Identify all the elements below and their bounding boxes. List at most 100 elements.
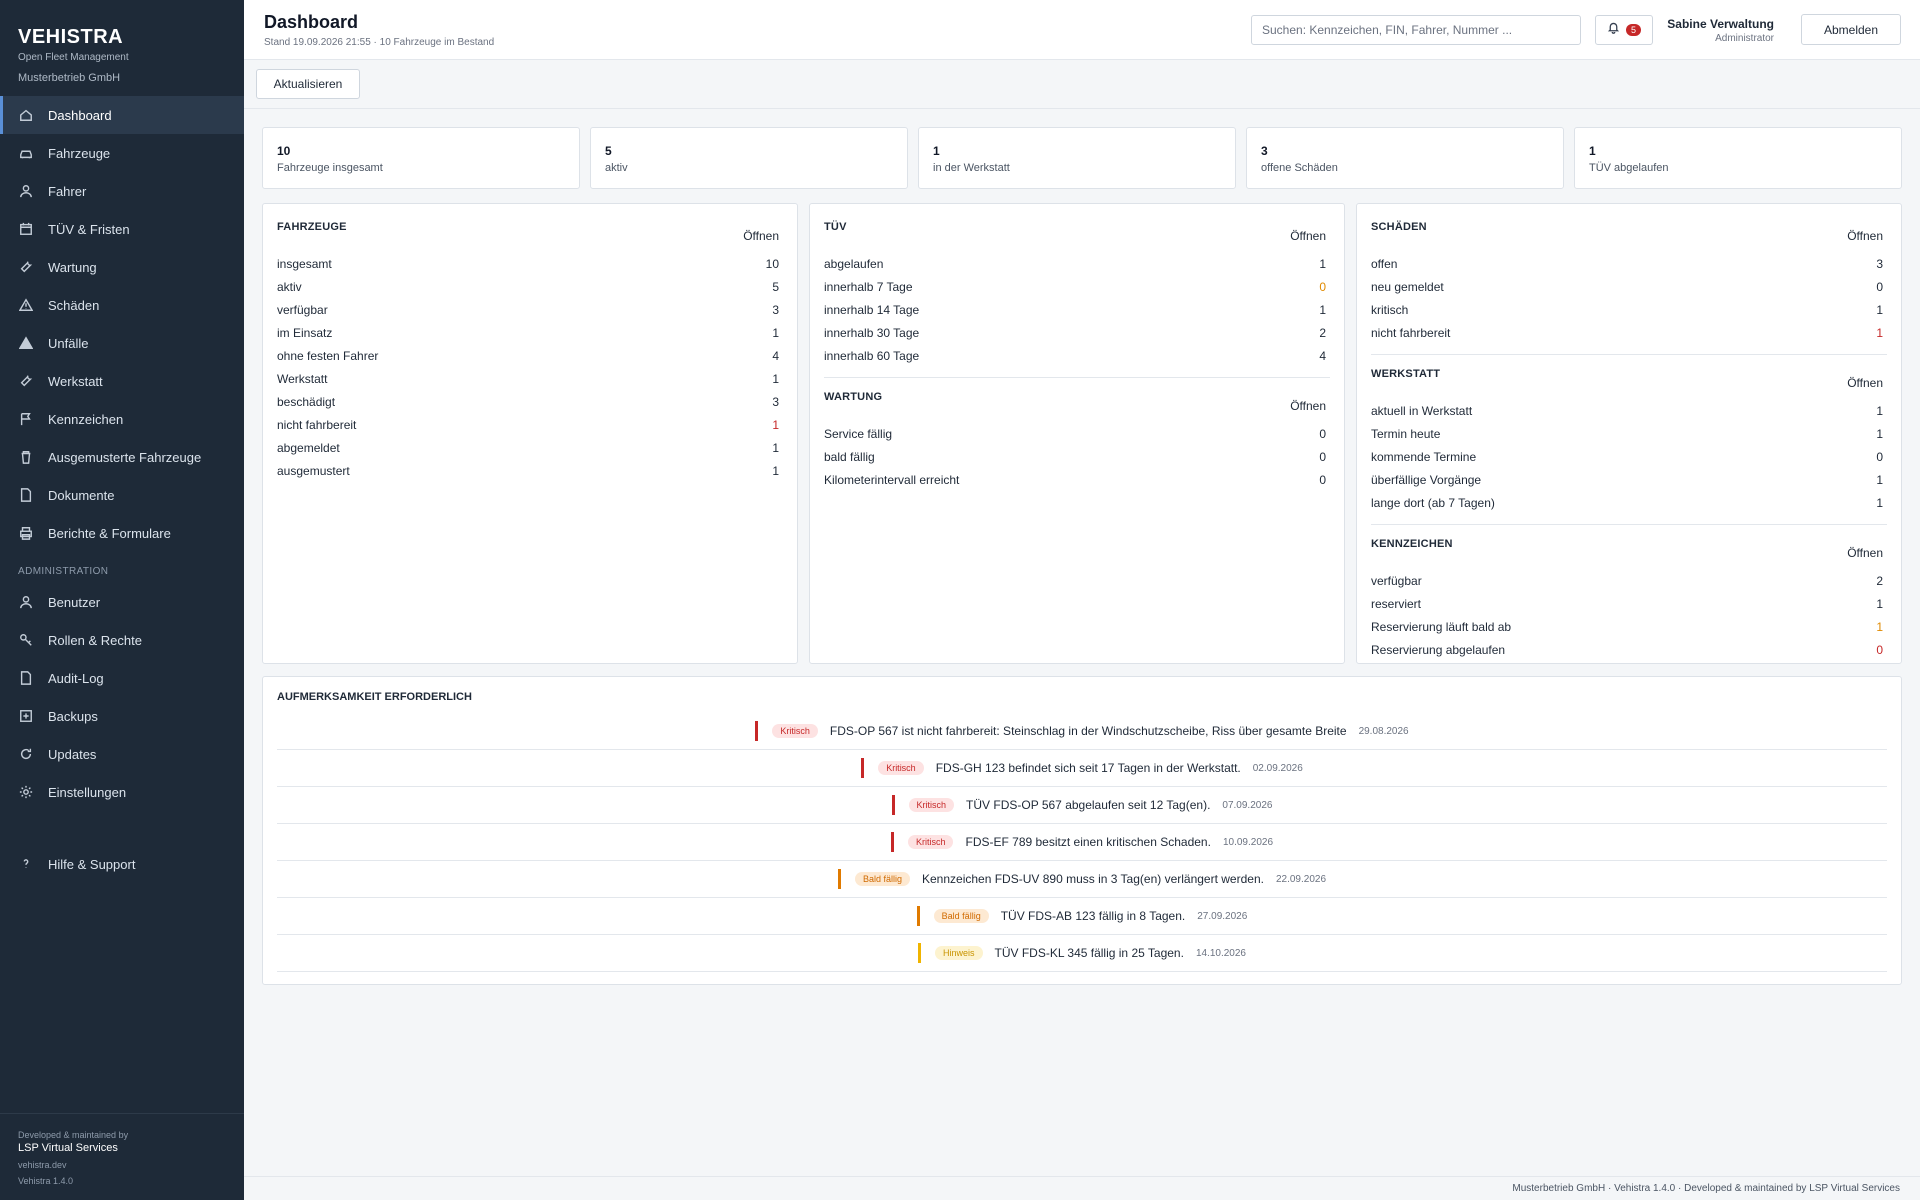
attention-item[interactable]: Hinweis TÜV FDS-KL 345 fällig in 25 Tagen… [277,935,1887,972]
trash-icon [18,449,34,465]
sidebar-item-berichte-formulare[interactable]: Berichte & Formulare [0,514,244,552]
stat-row[interactable]: lange dort (ab 7 Tagen) 1 [1371,491,1887,514]
section-header: TÜV Öffnen [824,218,1330,252]
severity-bar [916,906,920,926]
stat-row[interactable]: Reservierung abgelaufen 0 [1371,638,1887,661]
stat-row[interactable]: abgelaufen 1 [824,252,1330,275]
stat-card-workshop[interactable]: 1 in der Werkstatt [918,127,1236,189]
workshop-rows: aktuell in Werkstatt 1 Termin heute 1 kommen… [1371,399,1887,514]
stat-row[interactable]: im Einsatz 1 [277,321,783,344]
stat-row[interactable]: Kilometerintervall erreicht 0 [824,468,1330,491]
attention-item[interactable]: Kritisch FDS-EF 789 besitzt einen kritisc… [277,824,1887,861]
sidebar-item-backups[interactable]: Backups [0,697,244,735]
open-maintenance-link[interactable]: Öffnen [1290,399,1326,413]
attention-item[interactable]: Kritisch FDS-GH 123 befindet sich seit 17… [277,750,1887,787]
stat-row-label: insgesamt [277,256,332,271]
stat-row[interactable]: Reservierung läuft bald ab 1 [1371,615,1887,638]
stat-row[interactable]: verfügbar 3 [277,298,783,321]
sidebar-item-tüv-fristen[interactable]: TÜV & Fristen [0,210,244,248]
stat-row[interactable]: Service fällig 0 [824,422,1330,445]
user-icon [18,183,34,199]
sidebar-item-rollen-rechte[interactable]: Rollen & Rechte [0,621,244,659]
stat-row[interactable]: Werkstatt 1 [277,367,783,390]
website-link[interactable]: vehistra.dev [18,1160,226,1170]
stat-row[interactable]: Termin heute 1 [1371,422,1887,445]
sidebar-item-werkstatt[interactable]: Werkstatt [0,362,244,400]
stat-row[interactable]: kritisch 1 [1371,298,1887,321]
stat-value: 3 [1261,144,1268,158]
sidebar-item-audit-log[interactable]: Audit-Log [0,659,244,697]
stat-row[interactable]: beschädigt 3 [277,390,783,413]
stat-row-value: 1 [772,417,779,432]
open-tuev-link[interactable]: Öffnen [1290,229,1326,243]
stat-row-label: im Einsatz [277,325,333,340]
open-workshop-link[interactable]: Öffnen [1847,376,1883,390]
sidebar-item-dashboard[interactable]: Dashboard [0,96,244,134]
search-input[interactable] [1251,15,1581,45]
stat-row[interactable]: reserviert 1 [1371,592,1887,615]
sidebar-item-label: Werkstatt [48,373,103,389]
open-plates-link[interactable]: Öffnen [1847,546,1883,560]
stat-row[interactable]: kommende Termine 0 [1371,445,1887,468]
stat-row[interactable]: nicht fahrbereit 1 [277,413,783,436]
open-vehicles-link[interactable]: Öffnen [743,229,779,243]
refresh-button[interactable]: Aktualisieren [256,69,360,99]
sidebar-item-schäden[interactable]: Schäden [0,286,244,324]
sidebar-item-einstellungen[interactable]: Einstellungen [0,773,244,811]
stat-row[interactable]: ausgemustert 1 [277,459,783,482]
divider [1371,524,1887,525]
sidebar-item-dokumente[interactable]: Dokumente [0,476,244,514]
sidebar-item-updates[interactable]: Updates [0,735,244,773]
stat-card-tuev-expired[interactable]: 1 TÜV abgelaufen [1574,127,1902,189]
sidebar-item-benutzer[interactable]: Benutzer [0,583,244,621]
section-title: KENNZEICHEN [1371,538,1453,550]
page-title: Dashboard [264,12,359,32]
sidebar-item-label: Kennzeichen [48,411,124,427]
stat-row[interactable]: innerhalb 14 Tage 1 [824,298,1330,321]
stat-card-vehicles-total[interactable]: 10 Fahrzeuge insgesamt [262,127,580,189]
severity-badge: Kritisch [772,724,818,738]
stat-row[interactable]: neu gemeldet 0 [1371,275,1887,298]
logout-button[interactable]: Abmelden [1801,14,1901,45]
stat-row-label: neu gemeldet [1371,279,1444,294]
brand-logo[interactable]: VEHISTRA [18,26,226,49]
stat-row[interactable]: offen 3 [1371,252,1887,275]
attention-text: FDS-OP 567 ist nicht fahrbereit: Steinsc… [829,724,1347,738]
stat-row-value: 0 [1319,449,1326,464]
stat-row[interactable]: innerhalb 30 Tage 2 [824,321,1330,344]
stat-card-active[interactable]: 5 aktiv [590,127,908,189]
attention-item[interactable]: Kritisch TÜV FDS-OP 567 abgelaufen seit 1… [277,787,1887,824]
stat-row[interactable]: überfällige Vorgänge 1 [1371,468,1887,491]
stat-row[interactable]: aktiv 5 [277,275,783,298]
sidebar-item-hilfe-support[interactable]: Hilfe & Support [0,845,244,883]
stat-row-label: aktiv [277,279,302,294]
stat-row[interactable]: insgesamt 10 [277,252,783,275]
open-damages-link[interactable]: Öffnen [1847,229,1883,243]
stat-row[interactable]: abgemeldet 1 [277,436,783,459]
severity-bar [837,869,841,889]
attention-item[interactable]: Bald fällig TÜV FDS-AB 123 fällig in 8 Ta… [277,898,1887,935]
stat-row-value: 0 [1876,449,1883,464]
sidebar-item-label: Dashboard [48,107,112,123]
stat-row[interactable]: bald fällig 0 [824,445,1330,468]
section-header: FAHRZEUGE Öffnen [277,218,783,252]
attention-item[interactable]: Bald fällig Kennzeichen FDS-UV 890 muss i… [277,861,1887,898]
sidebar-item-ausgemusterte-fahrzeuge[interactable]: Ausgemusterte Fahrzeuge [0,438,244,476]
attention-item[interactable]: Kritisch FDS-OP 567 ist nicht fahrbereit:… [277,713,1887,750]
stat-card-open-damages[interactable]: 3 offene Schäden [1246,127,1564,189]
stat-row[interactable]: verfügbar 2 [1371,569,1887,592]
stat-label: TÜV abgelaufen [1589,162,1669,174]
stat-row[interactable]: ohne festen Fahrer 4 [277,344,783,367]
stat-row[interactable]: nicht fahrbereit 1 [1371,321,1887,344]
stat-row[interactable]: aktuell in Werkstatt 1 [1371,399,1887,422]
stat-row-label: aktuell in Werkstatt [1371,403,1473,418]
sidebar-item-unfälle[interactable]: Unfälle [0,324,244,362]
sidebar-item-fahrer[interactable]: Fahrer [0,172,244,210]
sidebar-item-fahrzeuge[interactable]: Fahrzeuge [0,134,244,172]
gear-icon [18,784,34,800]
sidebar-item-wartung[interactable]: Wartung [0,248,244,286]
sidebar-item-kennzeichen[interactable]: Kennzeichen [0,400,244,438]
notifications-button[interactable]: 5 [1595,15,1653,45]
stat-row[interactable]: innerhalb 60 Tage 4 [824,344,1330,367]
stat-row[interactable]: innerhalb 7 Tage 0 [824,275,1330,298]
